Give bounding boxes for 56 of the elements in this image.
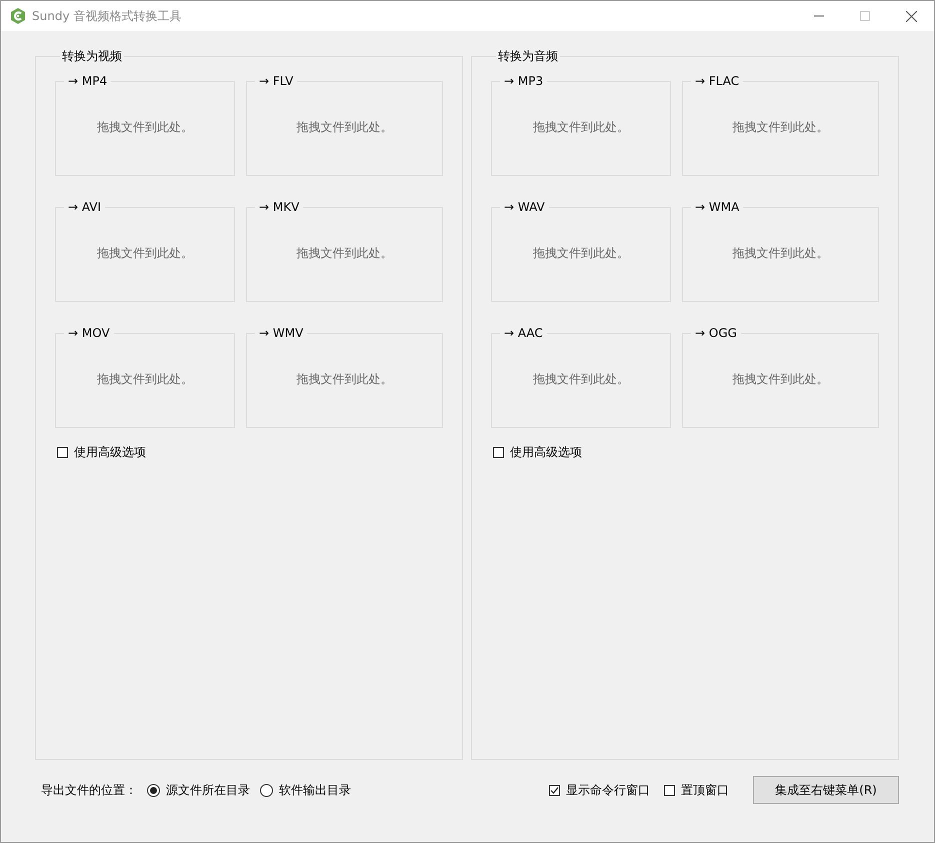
checkbox-label: 使用高级选项 [74,444,146,461]
checkbox[interactable] [493,447,504,458]
radio-button[interactable] [147,784,160,796]
checkbox-label: 显示命令行窗口 [566,782,650,798]
group-title: 转换为音频 [497,48,559,65]
drop-zone-title: → AVI [67,200,102,214]
drop-zone[interactable]: → OGG 拖拽文件到此处。 [682,326,879,428]
drop-zone[interactable]: → AAC 拖拽文件到此处。 [491,326,671,428]
checkbox-label: 使用高级选项 [510,444,582,461]
drop-zone-title: → OGG [694,326,738,340]
drop-hint: 拖拽文件到此处。 [97,119,193,136]
drop-zone[interactable]: → MOV 拖拽文件到此处。 [55,326,235,428]
drop-zone-title: → AAC [503,326,544,340]
drop-hint: 拖拽文件到此处。 [533,245,629,262]
drop-zone[interactable]: → AVI 拖拽文件到此处。 [55,200,235,302]
drop-hint: 拖拽文件到此处。 [732,119,828,136]
drop-zone-title: → FLAC [694,74,740,88]
drop-zone-title: → WMV [258,326,304,340]
drop-zone-title: → FLV [258,74,294,88]
checkbox-label: 置顶窗口 [681,782,729,798]
drop-hint: 拖拽文件到此处。 [296,119,392,136]
drop-hint: 拖拽文件到此处。 [296,371,392,388]
drop-hint: 拖拽文件到此处。 [533,371,629,388]
checkbox[interactable] [57,447,68,458]
checkbox[interactable] [664,784,675,796]
drop-zone[interactable]: → FLV 拖拽文件到此处。 [246,74,443,176]
drop-zone-title: → WAV [503,200,546,214]
radio-label: 源文件所在目录 [166,782,250,798]
drop-zone[interactable]: → MP3 拖拽文件到此处。 [491,74,671,176]
output-location-label: 导出文件的位置： [41,782,137,798]
window-title: Sundy 音视频格式转换工具 [32,8,182,24]
drop-zone-title: → MOV [67,326,111,340]
maximize-icon [860,11,870,21]
drop-hint: 拖拽文件到此处。 [97,371,193,388]
context-menu-button[interactable]: 集成至右键菜单(R) [753,776,899,804]
drop-zone-title: → MP4 [67,74,108,88]
drop-zone[interactable]: → WMV 拖拽文件到此处。 [246,326,443,428]
drop-hint: 拖拽文件到此处。 [296,245,392,262]
drop-hint: 拖拽文件到此处。 [732,245,828,262]
group-title: 转换为视频 [61,48,123,65]
drop-hint: 拖拽文件到此处。 [732,371,828,388]
drop-hint: 拖拽文件到此处。 [533,119,629,136]
checkbox[interactable] [549,784,560,796]
radio-button[interactable] [260,784,273,796]
drop-zone[interactable]: → MKV 拖拽文件到此处。 [246,200,443,302]
drop-zone[interactable]: → FLAC 拖拽文件到此处。 [682,74,879,176]
drop-zone-title: → MP3 [503,74,544,88]
app-logo-icon [10,8,26,24]
drop-zone-title: → MKV [258,200,300,214]
drop-hint: 拖拽文件到此处。 [97,245,193,262]
drop-zone[interactable]: → MP4 拖拽文件到此处。 [55,74,235,176]
radio-label: 软件输出目录 [279,782,351,798]
close-icon [906,10,916,22]
drop-zone-title: → WMA [694,200,740,214]
drop-zone[interactable]: → WMA 拖拽文件到此处。 [682,200,879,302]
drop-zone[interactable]: → WAV 拖拽文件到此处。 [491,200,671,302]
